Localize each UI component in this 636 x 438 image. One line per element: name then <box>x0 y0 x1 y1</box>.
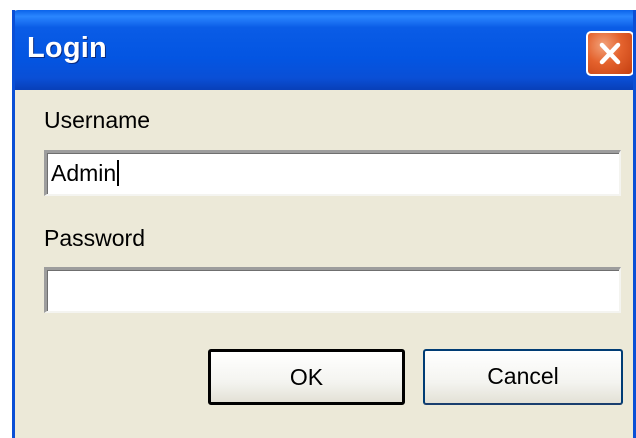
cancel-button[interactable]: Cancel <box>423 349 623 405</box>
login-dialog: Login Username Admin Password OK Cancel <box>12 10 636 438</box>
username-value: Admin <box>51 160 117 186</box>
username-input[interactable]: Admin <box>44 150 621 196</box>
username-label: Username <box>44 107 151 133</box>
title-bar[interactable]: Login <box>15 10 633 90</box>
close-button[interactable] <box>586 31 633 76</box>
password-input[interactable] <box>44 267 621 313</box>
text-cursor <box>117 160 120 186</box>
dialog-title: Login <box>27 32 107 64</box>
ok-button[interactable]: OK <box>208 349 405 405</box>
password-label: Password <box>44 225 145 251</box>
